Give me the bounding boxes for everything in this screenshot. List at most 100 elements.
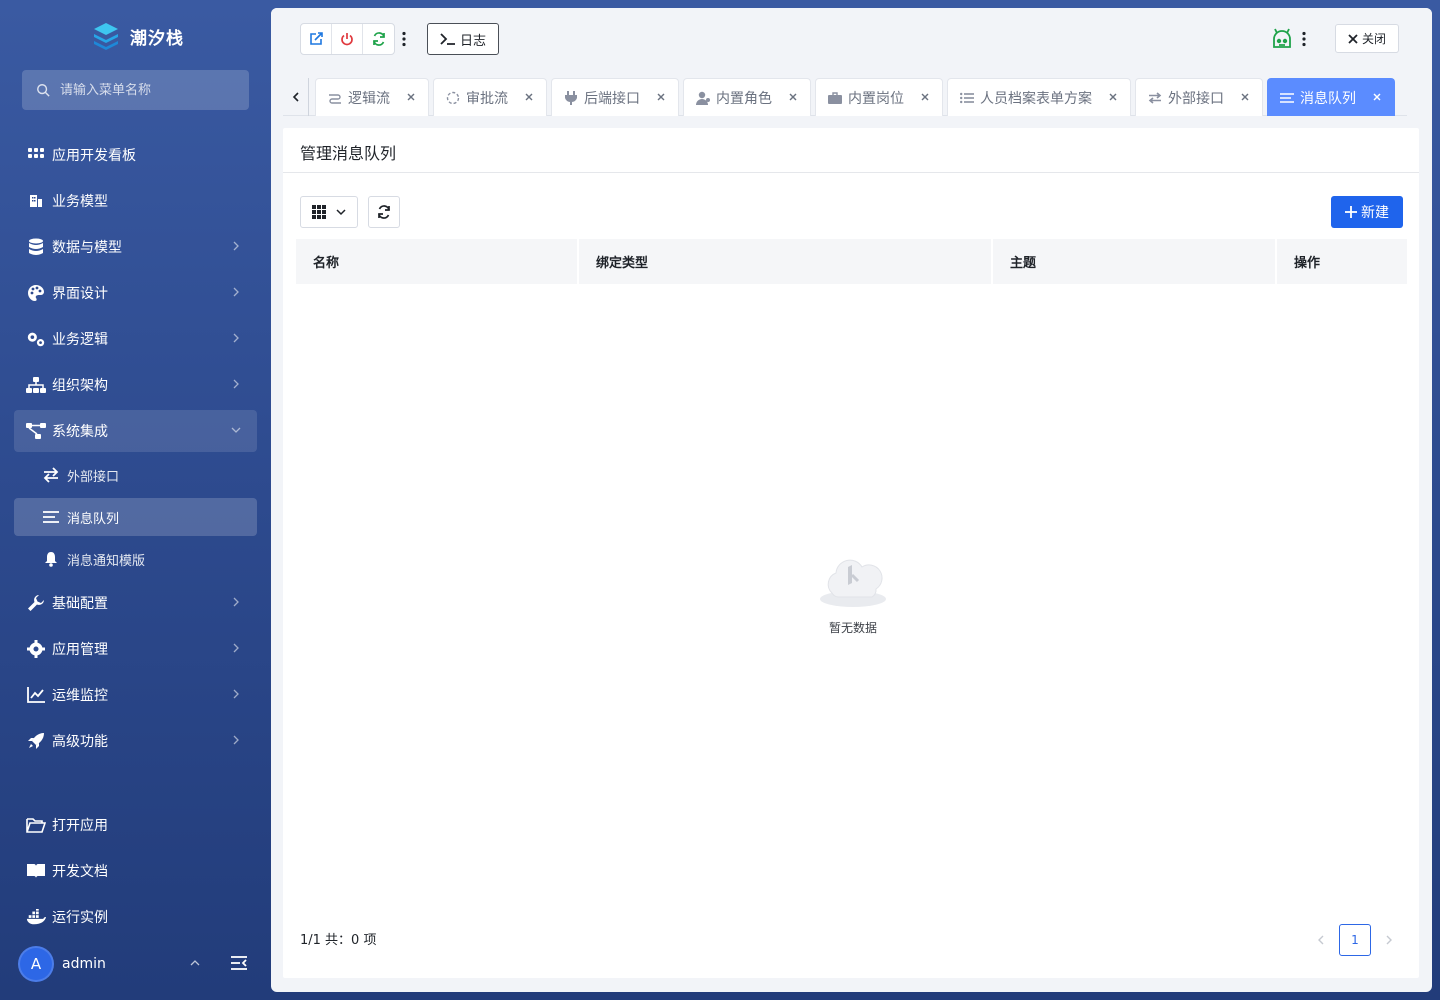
next-page-button[interactable] [1381,932,1397,948]
sidebar-item-integration[interactable]: 系统集成 [14,410,257,452]
tab-builtin-posts[interactable]: 内置岗位 [815,78,943,116]
tab-approval-flow[interactable]: 审批流 [433,78,547,116]
chevron-down-icon [336,209,346,216]
sidebar-subitem-notify-template[interactable]: 消息通知模版 [14,540,257,578]
tab-label: 逻辑流 [348,90,390,107]
tab-label: 后端接口 [584,90,640,107]
sidebar-item-data-model[interactable]: 数据与模型 [14,226,257,268]
sidebar-item-dashboard[interactable]: 应用开发看板 [14,134,257,176]
sidebar-item-label: 运行实例 [52,910,108,926]
tab-label: 内置角色 [716,90,772,107]
close-icon[interactable] [920,92,930,102]
chevron-right-icon [233,597,239,607]
sidebar-item-ops-monitor[interactable]: 运维监控 [14,674,257,716]
column-header-actions[interactable]: 操作 [1277,239,1407,284]
sidebar-item-label: 数据与模型 [52,240,122,256]
sidebar-item-app-manage[interactable]: 应用管理 [14,628,257,670]
sidebar-item-business-logic[interactable]: 业务逻辑 [14,318,257,360]
sidebar-item-advanced[interactable]: 高级功能 [14,720,257,762]
menu-search[interactable] [22,70,249,110]
share-nodes-icon [26,421,46,441]
chevron-down-icon [231,427,241,433]
sidebar-bottom-menu: 打开应用 开发文档 运行实例 [14,804,257,942]
tab-message-queue[interactable]: 消息队列 [1267,78,1395,116]
flow-icon [328,91,342,105]
search-input[interactable] [60,82,240,98]
chevron-up-icon[interactable] [190,958,200,968]
wrench-icon [26,593,46,613]
grid-icon [312,205,326,219]
column-header-topic[interactable]: 主题 [993,239,1277,284]
folder-open-icon [26,815,46,835]
pagination: 1 [1313,924,1397,956]
sidebar-collapse-icon[interactable] [230,954,248,972]
refresh-button[interactable] [368,196,400,228]
sidebar-subitem-external-api[interactable]: 外部接口 [14,456,257,494]
more-vertical-icon[interactable] [402,31,406,47]
tab-label: 消息队列 [1300,90,1356,107]
chevron-right-icon [233,241,239,251]
close-icon[interactable] [524,92,534,102]
android-robot-icon[interactable] [1270,27,1294,51]
terminal-icon [440,33,455,45]
chart-line-icon [26,685,46,705]
open-external-button[interactable] [301,24,332,54]
user-name[interactable]: admin [62,956,106,972]
close-icon[interactable] [406,92,416,102]
close-icon[interactable] [656,92,666,102]
prev-page-button[interactable] [1313,932,1329,948]
app-title: 潮汐栈 [130,28,184,49]
tab-logic-flow[interactable]: 逻辑流 [315,78,429,116]
sidebar-item-basic-config[interactable]: 基础配置 [14,582,257,624]
avatar[interactable]: A [18,946,54,982]
power-button[interactable] [332,24,363,54]
page-number[interactable]: 1 [1339,924,1371,956]
sidebar-item-label: 打开应用 [52,818,108,834]
sidebar-item-label: 基础配置 [52,596,108,612]
content-panel: 管理消息队列 新建 名称 绑定类型 主题 操作 暂无数据 1/1 共：0 项 1 [283,128,1419,978]
column-header-name[interactable]: 名称 [296,239,579,284]
docker-icon [26,907,46,927]
tab-personnel-form[interactable]: 人员档案表单方案 [947,78,1131,116]
more-vertical-icon[interactable] [1302,31,1306,47]
sidebar-subitem-message-queue[interactable]: 消息队列 [14,498,257,536]
new-button[interactable]: 新建 [1331,196,1403,228]
sidebar-item-organization[interactable]: 组织架构 [14,364,257,406]
gears-icon [26,329,46,349]
tab-builtin-roles[interactable]: 内置角色 [683,78,811,116]
plug-icon [564,90,578,105]
close-label: 关闭 [1361,32,1386,46]
plus-icon [1345,206,1357,218]
tab-scroll-left[interactable] [283,78,309,116]
close-icon [1348,33,1358,44]
chevron-right-icon [1386,935,1392,945]
close-icon[interactable] [1372,92,1382,102]
empty-cloud-icon [820,559,886,607]
sidebar-item-business-model[interactable]: 业务模型 [14,180,257,222]
sidebar-item-ui-design[interactable]: 界面设计 [14,272,257,314]
reload-button[interactable] [363,24,394,54]
chevron-right-icon [233,643,239,653]
sidebar-item-dev-docs[interactable]: 开发文档 [14,850,257,892]
tab-label: 内置岗位 [848,90,904,107]
palette-icon [26,283,46,303]
column-header-binding-type[interactable]: 绑定类型 [579,239,993,284]
tab-bar: 逻辑流 审批流 后端接口 内置角色 内置岗位 人员档案表单方案 外部接口 消息队… [283,78,1407,116]
close-icon[interactable] [788,92,798,102]
tab-backend-api[interactable]: 后端接口 [551,78,679,116]
log-button[interactable]: 日志 [427,23,499,55]
tab-external-api[interactable]: 外部接口 [1135,78,1263,116]
column-settings-button[interactable] [300,196,358,228]
close-icon[interactable] [1240,92,1250,102]
close-icon[interactable] [1108,92,1118,102]
close-button[interactable]: 关闭 [1335,24,1399,53]
list-icon [42,508,60,526]
building-icon [26,191,46,211]
sidebar-item-open-app[interactable]: 打开应用 [14,804,257,846]
refresh-icon [378,205,390,219]
sidebar-item-instances[interactable]: 运行实例 [14,896,257,938]
chevron-left-icon [1318,935,1324,945]
brand[interactable]: 潮汐栈 [90,18,184,54]
swap-icon [1148,91,1162,105]
main-area: 日志 关闭 逻辑流 审批流 后端接口 内置角色 内置岗位 人员档案表单方案 外部… [271,8,1432,992]
